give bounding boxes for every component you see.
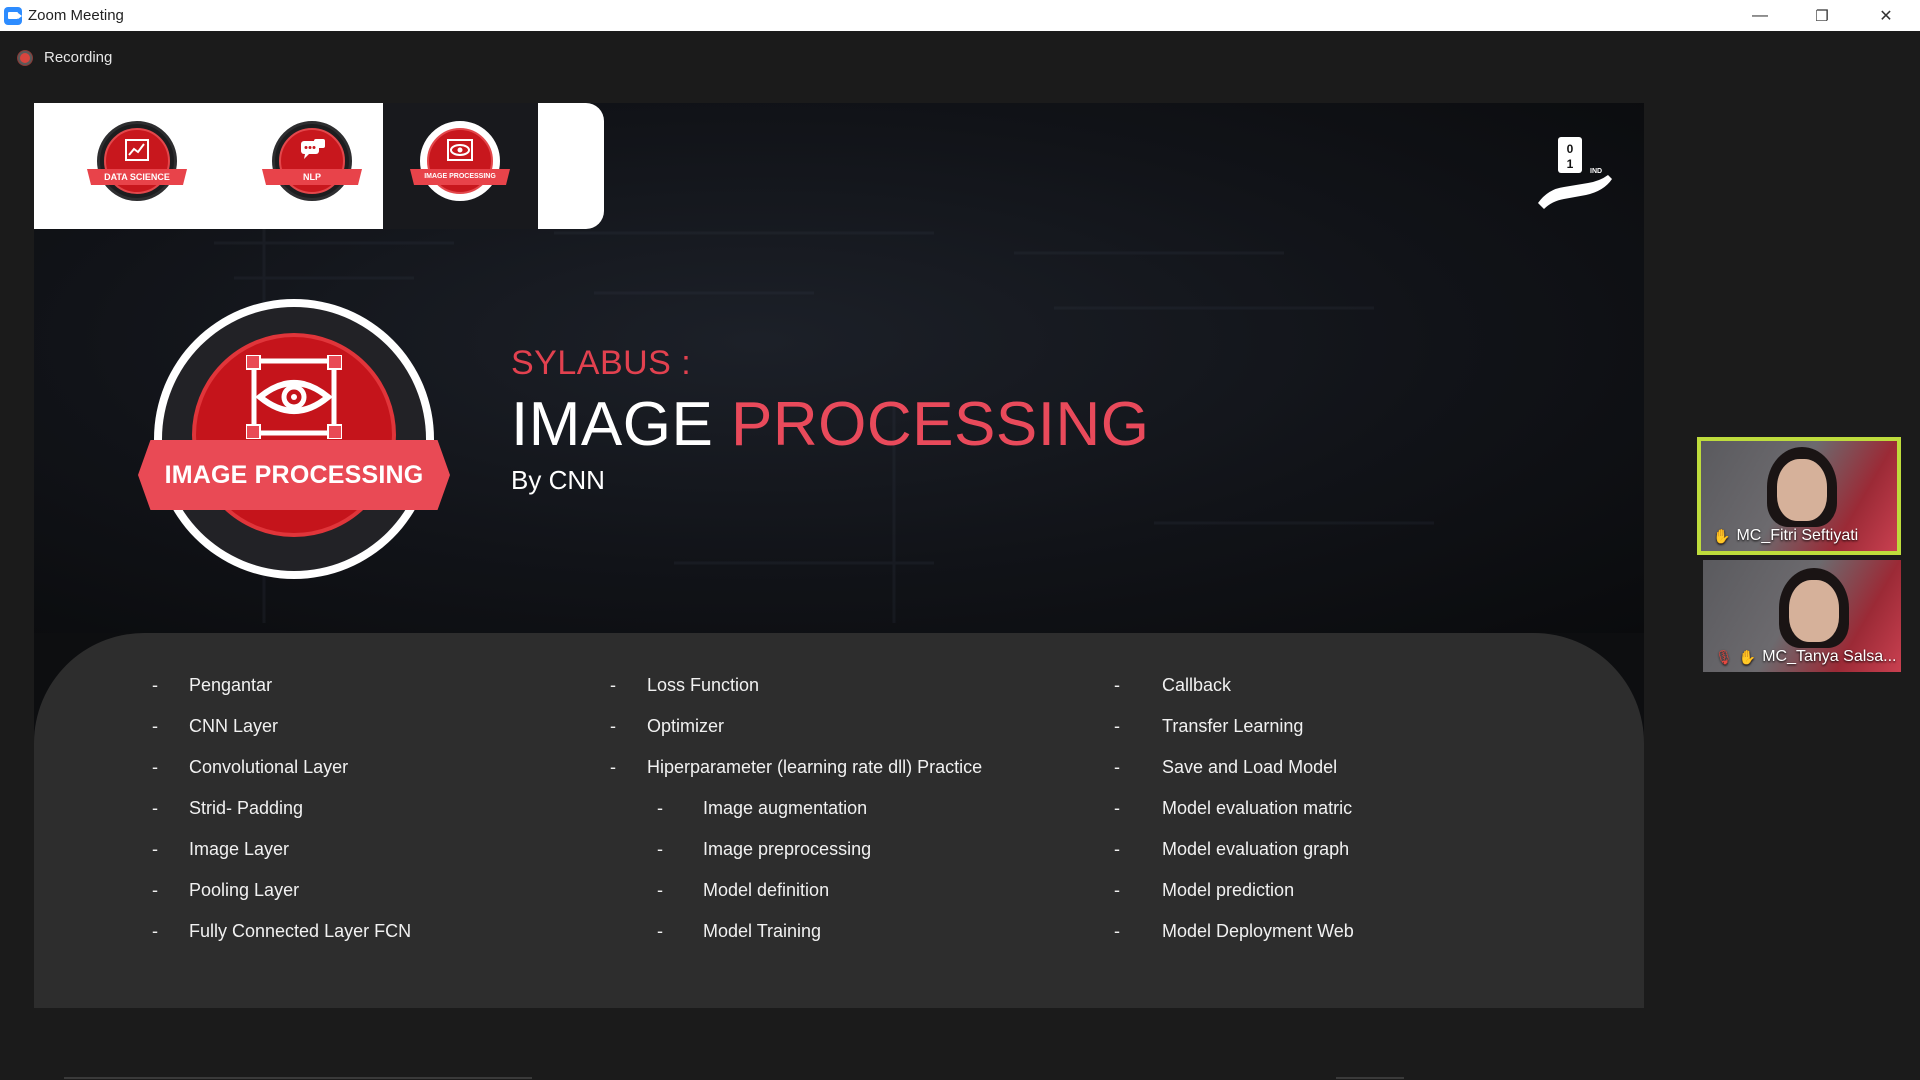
close-icon: ✕ bbox=[1879, 7, 1893, 25]
pin-icon: ✋ bbox=[1713, 527, 1731, 544]
course-badge-nlp[interactable]: NLP bbox=[262, 121, 362, 211]
svg-text:0: 0 bbox=[1567, 142, 1574, 156]
course-label: NLP bbox=[262, 169, 362, 185]
participant-face bbox=[1789, 580, 1839, 642]
badge-label: IMAGE PROCESSING bbox=[164, 461, 424, 489]
eye-frame-icon bbox=[246, 355, 342, 439]
participant-name: MC_Fitri Seftiyati bbox=[1736, 527, 1859, 544]
scrollbar-track bbox=[64, 1077, 532, 1079]
pin-icon: ✋ bbox=[1738, 648, 1757, 665]
svg-text:IND: IND bbox=[1590, 168, 1602, 175]
window-titlebar: Zoom Meeting — ❐ ✕ bbox=[0, 0, 1920, 31]
line-chart-icon bbox=[125, 139, 149, 161]
image-processing-badge: IMAGE PROCESSING bbox=[138, 299, 450, 579]
sylabus-label: SYLABUS : bbox=[511, 344, 692, 382]
course-badge-image-processing[interactable]: IMAGE PROCESSING bbox=[410, 121, 510, 211]
restore-icon: ❐ bbox=[1815, 7, 1829, 25]
scrollbar-thumb bbox=[1336, 1077, 1404, 1079]
chat-bubble-icon bbox=[301, 139, 325, 159]
svg-text:1: 1 bbox=[1567, 157, 1574, 171]
syllabus-panel: - Pengantar - CNN Layer - Convolutional Lay… bbox=[34, 633, 1644, 1008]
minimize-button[interactable]: — bbox=[1730, 0, 1790, 31]
zoom-app-icon bbox=[4, 6, 22, 25]
participant-face bbox=[1777, 459, 1827, 521]
restore-button[interactable]: ❐ bbox=[1792, 0, 1852, 31]
participant-name-label: ✋ MC_Fitri Seftiyati bbox=[1713, 527, 1858, 545]
muted-mic-icon: 🎙 bbox=[1715, 648, 1733, 665]
meeting-area: Recording DATA SCIENCE NLP IMAGE PROCESS… bbox=[0, 31, 1920, 1080]
course-label: IMAGE PROCESSING bbox=[410, 169, 510, 185]
course-label: DATA SCIENCE bbox=[87, 169, 187, 185]
slide-title-part2: PROCESSING bbox=[731, 390, 1150, 459]
course-badge-data-science[interactable]: DATA SCIENCE bbox=[87, 121, 187, 211]
shared-screen-slide: DATA SCIENCE NLP IMAGE PROCESSING 0 1 IN… bbox=[34, 103, 1644, 1008]
window-title: Zoom Meeting bbox=[28, 7, 124, 24]
participant-video-tile[interactable]: 🎙 ✋ MC_Tanya Salsa... bbox=[1703, 560, 1901, 672]
participant-name-label: 🎙 ✋ MC_Tanya Salsa... bbox=[1715, 648, 1897, 666]
participant-name: MC_Tanya Salsa... bbox=[1762, 648, 1897, 665]
recording-label: Recording bbox=[44, 49, 113, 66]
eye-frame-icon bbox=[447, 139, 473, 161]
brand-logo-icon: 0 1 IND bbox=[1538, 137, 1612, 209]
participant-video-tile[interactable]: ✋ MC_Fitri Seftiyati bbox=[1697, 437, 1901, 555]
slide-title-part1: IMAGE bbox=[511, 390, 714, 459]
minimize-icon: — bbox=[1752, 6, 1768, 24]
course-selector-strip: DATA SCIENCE NLP IMAGE PROCESSING bbox=[34, 103, 604, 229]
slide-title: IMAGE PROCESSING bbox=[511, 389, 1149, 460]
recording-indicator[interactable]: Recording bbox=[18, 49, 112, 66]
slide-subtitle: By CNN bbox=[511, 465, 605, 495]
close-button[interactable]: ✕ bbox=[1856, 0, 1916, 31]
recording-dot-icon bbox=[18, 50, 32, 65]
